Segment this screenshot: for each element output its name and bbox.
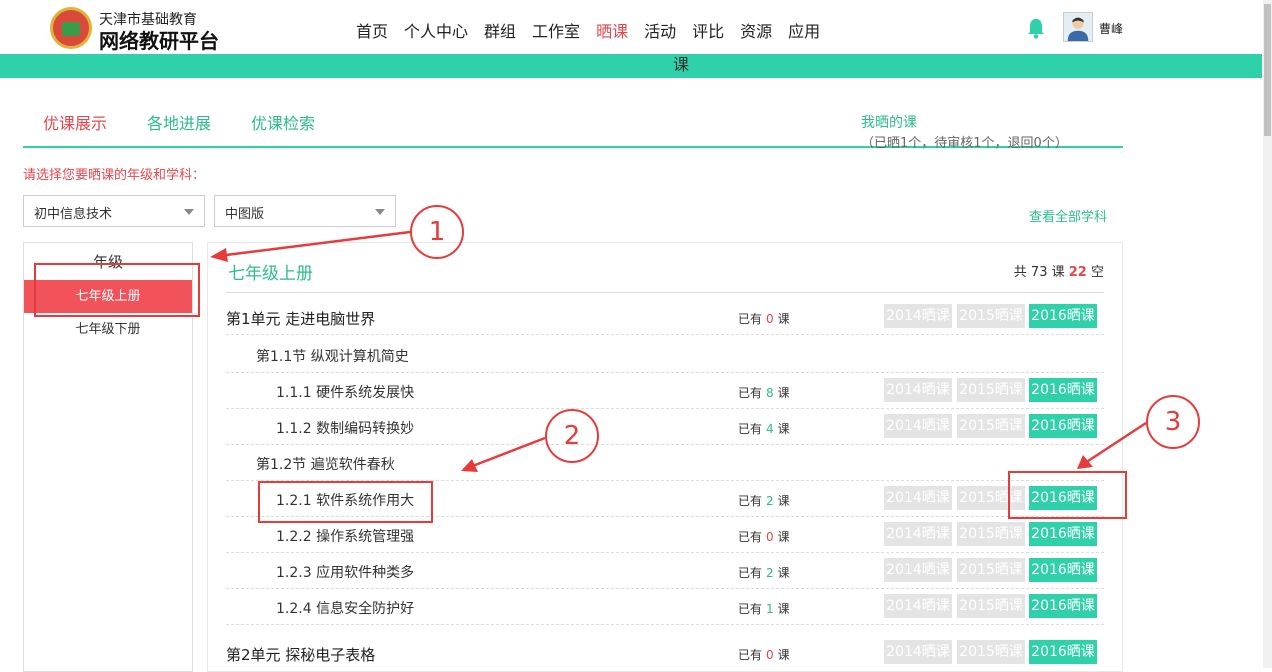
annotation-arrowhead-1 xyxy=(210,248,228,262)
annotation-arrowhead-3 xyxy=(1077,455,1093,469)
annotation-arrow-2 xyxy=(469,436,546,469)
annotation-arrow-1 xyxy=(217,230,411,258)
annotation-arrows xyxy=(210,230,1147,472)
annotation-arrow-3 xyxy=(1084,421,1147,465)
